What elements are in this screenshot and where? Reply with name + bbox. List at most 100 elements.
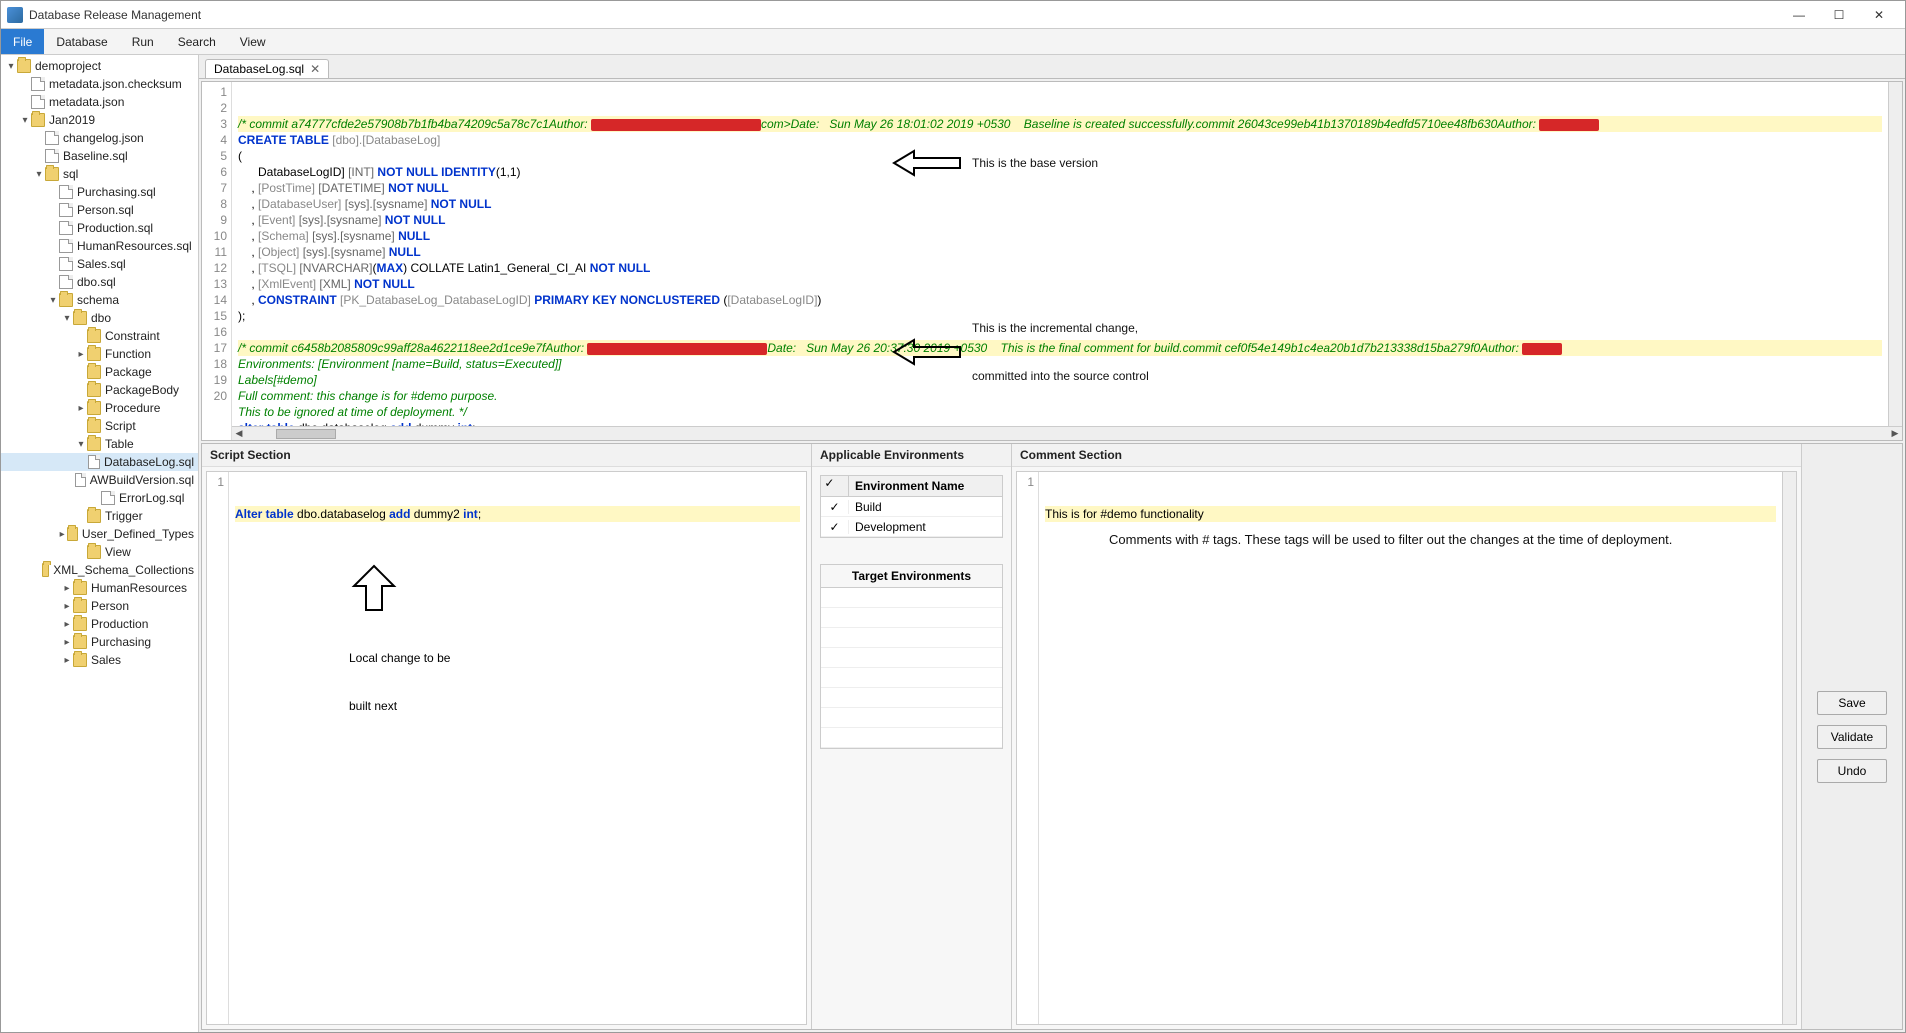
- tree-item-script[interactable]: Script: [1, 417, 198, 435]
- tree-item-purchasing[interactable]: ▸Purchasing: [1, 633, 198, 651]
- code-line[interactable]: Environments: [Environment [name=Build, …: [238, 356, 1882, 372]
- code-line[interactable]: , [Object] [sys].[sysname] NULL: [238, 244, 1882, 260]
- tree-item-humanresources[interactable]: ▸HumanResources: [1, 579, 198, 597]
- code-line[interactable]: , [TSQL] [NVARCHAR](MAX) COLLATE Latin1_…: [238, 260, 1882, 276]
- target-env-row[interactable]: [821, 628, 1002, 648]
- tree-twisty-icon[interactable]: ▾: [33, 169, 45, 180]
- tree-twisty-icon[interactable]: ▸: [61, 601, 73, 612]
- tree-item-databaselog-sql[interactable]: DatabaseLog.sql: [1, 453, 198, 471]
- tree-item-trigger[interactable]: Trigger: [1, 507, 198, 525]
- tree-twisty-icon[interactable]: ▾: [75, 439, 87, 450]
- code-line[interactable]: Full comment: this change is for #demo p…: [238, 388, 1882, 404]
- tree-item-packagebody[interactable]: PackageBody: [1, 381, 198, 399]
- tree-twisty-icon[interactable]: ▸: [61, 637, 73, 648]
- tree-item-person[interactable]: ▸Person: [1, 597, 198, 615]
- menu-run[interactable]: Run: [120, 29, 166, 54]
- menu-search[interactable]: Search: [166, 29, 228, 54]
- tree-item-demoproject[interactable]: ▾demoproject: [1, 57, 198, 75]
- tree-twisty-icon[interactable]: ▾: [5, 61, 17, 72]
- tree-item-awbuildversion-sql[interactable]: AWBuildVersion.sql: [1, 471, 198, 489]
- env-row[interactable]: ✓Build: [821, 497, 1002, 517]
- tree-item-procedure[interactable]: ▸Procedure: [1, 399, 198, 417]
- tree-twisty-icon[interactable]: ▸: [75, 403, 87, 414]
- code-line[interactable]: , [PostTime] [DATETIME] NOT NULL: [238, 180, 1882, 196]
- target-env-row[interactable]: [821, 728, 1002, 748]
- target-env-row[interactable]: [821, 648, 1002, 668]
- target-env-row[interactable]: [821, 668, 1002, 688]
- comment-code[interactable]: This is for #demo functionality Comments…: [1039, 472, 1782, 1024]
- menu-view[interactable]: View: [228, 29, 278, 54]
- editor-hscroll[interactable]: ◀▶: [232, 426, 1902, 440]
- tree-item-purchasing-sql[interactable]: Purchasing.sql: [1, 183, 198, 201]
- tree-item-baseline-sql[interactable]: Baseline.sql: [1, 147, 198, 165]
- code-line[interactable]: , [XmlEvent] [XML] NOT NULL: [238, 276, 1882, 292]
- save-button[interactable]: Save: [1817, 691, 1887, 715]
- script-code[interactable]: Alter table dbo.databaselog add dummy2 i…: [229, 472, 806, 1024]
- code-line[interactable]: , [DatabaseUser] [sys].[sysname] NOT NUL…: [238, 196, 1882, 212]
- validate-button[interactable]: Validate: [1817, 725, 1887, 749]
- tree-item-changelog-json[interactable]: changelog.json: [1, 129, 198, 147]
- code-line[interactable]: (: [238, 148, 1882, 164]
- tree-twisty-icon[interactable]: ▸: [61, 655, 73, 666]
- code-line[interactable]: , [Schema] [sys].[sysname] NULL: [238, 228, 1882, 244]
- code-line[interactable]: , [Event] [sys].[sysname] NOT NULL: [238, 212, 1882, 228]
- tree-item-metadata-json-checksum[interactable]: metadata.json.checksum: [1, 75, 198, 93]
- menu-file[interactable]: File: [1, 29, 44, 54]
- target-env-row[interactable]: [821, 608, 1002, 628]
- code-line[interactable]: DatabaseLogID] [INT] NOT NULL IDENTITY(1…: [238, 164, 1882, 180]
- code-area[interactable]: /* commit a74777cfde2e57908b7b1fb4ba7420…: [232, 82, 1888, 440]
- code-line[interactable]: Labels[#demo]: [238, 372, 1882, 388]
- tree-twisty-icon[interactable]: ▾: [61, 313, 73, 324]
- tree-twisty-icon[interactable]: ▸: [58, 529, 67, 540]
- tree-item-package[interactable]: Package: [1, 363, 198, 381]
- tree-twisty-icon[interactable]: ▸: [75, 349, 87, 360]
- tree-item-sql[interactable]: ▾sql: [1, 165, 198, 183]
- env-checkbox[interactable]: ✓: [821, 500, 849, 514]
- tree-item-production[interactable]: ▸Production: [1, 615, 198, 633]
- code-line[interactable]: /* commit a74777cfde2e57908b7b1fb4ba7420…: [238, 116, 1882, 132]
- code-editor[interactable]: 1234567891011121314151617181920 /* commi…: [201, 81, 1903, 441]
- tree-item-jan2019[interactable]: ▾Jan2019: [1, 111, 198, 129]
- menu-database[interactable]: Database: [44, 29, 119, 54]
- env-check-header[interactable]: ✓: [821, 476, 849, 496]
- tree-item-metadata-json[interactable]: metadata.json: [1, 93, 198, 111]
- tree-item-constraint[interactable]: Constraint: [1, 327, 198, 345]
- tree-item-dbo[interactable]: ▾dbo: [1, 309, 198, 327]
- code-line[interactable]: );: [238, 308, 1882, 324]
- target-env-row[interactable]: [821, 588, 1002, 608]
- editor-vscroll[interactable]: [1888, 82, 1902, 440]
- tree-item-view[interactable]: View: [1, 543, 198, 561]
- maximize-button[interactable]: ☐: [1819, 3, 1859, 27]
- code-line[interactable]: [238, 324, 1882, 340]
- tree-item-humanresources-sql[interactable]: HumanResources.sql: [1, 237, 198, 255]
- tree-twisty-icon[interactable]: ▾: [19, 115, 31, 126]
- comment-vscroll[interactable]: [1782, 472, 1796, 1024]
- tree-item-production-sql[interactable]: Production.sql: [1, 219, 198, 237]
- tree-item-dbo-sql[interactable]: dbo.sql: [1, 273, 198, 291]
- tree-item-xml-schema-collections[interactable]: XML_Schema_Collections: [1, 561, 198, 579]
- tree-item-user-defined-types[interactable]: ▸User_Defined_Types: [1, 525, 198, 543]
- code-line[interactable]: This to be ignored at time of deployment…: [238, 404, 1882, 420]
- tab-close-icon[interactable]: ✕: [310, 62, 320, 76]
- code-line[interactable]: , CONSTRAINT [PK_DatabaseLog_DatabaseLog…: [238, 292, 1882, 308]
- tree-sidebar[interactable]: ▾demoprojectmetadata.json.checksummetada…: [1, 55, 199, 1032]
- tree-twisty-icon[interactable]: ▸: [61, 583, 73, 594]
- target-env-row[interactable]: [821, 688, 1002, 708]
- comment-editor[interactable]: 1 This is for #demo functionality Commen…: [1016, 471, 1797, 1025]
- tree-item-sales-sql[interactable]: Sales.sql: [1, 255, 198, 273]
- target-env-row[interactable]: [821, 708, 1002, 728]
- script-editor[interactable]: 1 Alter table dbo.databaselog add dummy2…: [206, 471, 807, 1025]
- tree-twisty-icon[interactable]: ▾: [47, 295, 59, 306]
- minimize-button[interactable]: —: [1779, 3, 1819, 27]
- tree-item-schema[interactable]: ▾schema: [1, 291, 198, 309]
- tree-item-table[interactable]: ▾Table: [1, 435, 198, 453]
- close-button[interactable]: ✕: [1859, 3, 1899, 27]
- tree-item-errorlog-sql[interactable]: ErrorLog.sql: [1, 489, 198, 507]
- env-checkbox[interactable]: ✓: [821, 520, 849, 534]
- tree-twisty-icon[interactable]: ▸: [61, 619, 73, 630]
- tree-item-person-sql[interactable]: Person.sql: [1, 201, 198, 219]
- code-line[interactable]: CREATE TABLE [dbo].[DatabaseLog]: [238, 132, 1882, 148]
- env-row[interactable]: ✓Development: [821, 517, 1002, 537]
- undo-button[interactable]: Undo: [1817, 759, 1887, 783]
- tab-databaselog[interactable]: DatabaseLog.sql ✕: [205, 59, 329, 78]
